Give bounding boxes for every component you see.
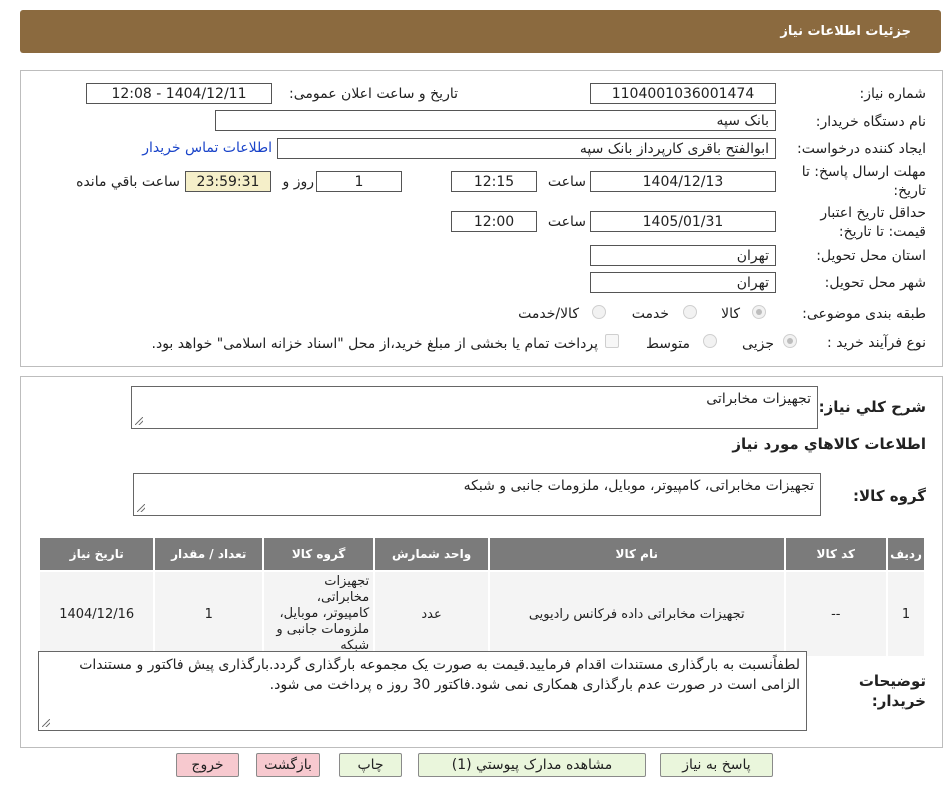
page-header: جزئیات اطلاعات نیاز xyxy=(20,10,941,53)
remaining-time-label: ساعت باقي مانده xyxy=(76,174,180,190)
col-group: گروه کالا xyxy=(262,536,376,572)
validity-date-field: 1405/01/31 xyxy=(590,211,776,232)
province-label: استان محل تحویل: xyxy=(816,248,926,264)
validity-time-field: 12:00 xyxy=(451,211,537,232)
process-option-medium: متوسط xyxy=(646,336,690,352)
cell-unit: عدد xyxy=(373,570,490,658)
back-button[interactable]: بازگشت xyxy=(256,753,320,777)
creator-label: ایجاد کننده درخواست: xyxy=(797,141,926,157)
province-field: تهران xyxy=(590,245,776,266)
deadline-label-2: تاریخ: xyxy=(893,183,926,199)
announce-datetime-field: 1404/12/11 - 12:08 xyxy=(86,83,272,104)
creator-field: ابوالفتح باقری کارپرداز بانک سپه xyxy=(277,138,776,159)
process-type-label: نوع فرآیند خرید : xyxy=(827,335,926,351)
goods-info-heading: اطلاعات کالاهاي مورد نیاز xyxy=(732,435,926,453)
category-option-service: خدمت xyxy=(631,306,669,322)
buyer-org-field: بانک سپه xyxy=(215,110,776,131)
need-number-field: 1104001036001474 xyxy=(590,83,776,104)
buyer-notes-label-2: خریدار: xyxy=(871,692,926,710)
resize-grip-icon[interactable] xyxy=(42,719,50,727)
deadline-time-field: 12:15 xyxy=(451,171,537,192)
category-label: طبقه بندی موضوعی: xyxy=(802,306,926,322)
treasury-payment-checkbox[interactable] xyxy=(605,334,619,348)
cell-qty: 1 xyxy=(153,570,265,658)
cell-name: تجهیزات مخابراتی داده فرکانس رادیویی xyxy=(488,570,786,658)
city-field: تهران xyxy=(590,272,776,293)
deadline-date-field: 1404/12/13 xyxy=(590,171,776,192)
summary-title-label: شرح کلي نیاز: xyxy=(818,398,926,416)
goods-table: ردیف کد کالا نام کالا واحد شمارش گروه کا… xyxy=(37,536,926,658)
category-radio-goods[interactable] xyxy=(752,305,766,319)
col-date: تاریخ نیاز xyxy=(37,536,156,572)
validity-label: حداقل تاریخ اعتبار xyxy=(820,205,926,221)
col-code: کد کالا xyxy=(783,536,889,572)
summary-title-field: تجهیزات مخابراتی xyxy=(131,386,818,429)
summary-title-text: تجهیزات مخابراتی xyxy=(706,391,811,407)
process-radio-medium[interactable] xyxy=(703,334,717,348)
validity-time-label: ساعت xyxy=(547,214,586,230)
col-qty: تعداد / مقدار xyxy=(153,536,265,572)
remaining-time-field: 23:59:31 xyxy=(185,171,271,192)
city-label: شهر محل تحویل: xyxy=(824,275,926,291)
goods-table-header: ردیف کد کالا نام کالا واحد شمارش گروه کا… xyxy=(37,536,926,572)
category-option-goods: کالا xyxy=(721,306,740,322)
view-attachments-button[interactable]: مشاهده مدارک پیوستي (1) xyxy=(418,753,646,777)
category-option-goods-service: کالا/خدمت xyxy=(518,306,579,322)
validity-label-2: قیمت: تا تاریخ: xyxy=(838,224,926,240)
treasury-payment-note: پرداخت تمام یا بخشی از مبلغ خرید،از محل … xyxy=(151,336,598,352)
buyer-notes-label: توضیحات xyxy=(858,672,926,690)
cell-date: 1404/12/16 xyxy=(37,570,156,658)
category-radio-goods-service[interactable] xyxy=(592,305,606,319)
goods-group-field: تجهیزات مخابراتی، کامپیوتر، موبایل، ملزو… xyxy=(133,473,821,516)
deadline-label: مهلت ارسال پاسخ: تا xyxy=(801,164,926,180)
reply-button[interactable]: پاسخ به نیاز xyxy=(660,753,773,777)
days-remaining-field: 1 xyxy=(316,171,402,192)
days-label: روز و xyxy=(282,174,315,190)
print-button[interactable]: چاپ xyxy=(339,753,402,777)
process-radio-minor[interactable] xyxy=(783,334,797,348)
need-number-label: شماره نیاز: xyxy=(859,86,927,102)
page-title: جزئیات اطلاعات نیاز xyxy=(780,24,911,39)
deadline-time-label: ساعت xyxy=(547,174,586,190)
cell-code: -- xyxy=(783,570,889,658)
exit-button[interactable]: خروج xyxy=(176,753,239,777)
table-row: 1 -- تجهیزات مخابراتی داده فرکانس رادیوی… xyxy=(37,570,926,658)
process-option-minor: جزیی xyxy=(742,336,774,352)
buyer-org-label: نام دستگاه خریدار: xyxy=(815,114,926,130)
buyer-notes-field: لطفاًنسبت به بارگذاری مستندات اقدام فرما… xyxy=(38,651,807,731)
goods-group-text: تجهیزات مخابراتی، کامپیوتر، موبایل، ملزو… xyxy=(463,478,814,494)
col-row: ردیف xyxy=(886,536,926,572)
buyer-notes-text: لطفاًنسبت به بارگذاری مستندات اقدام فرما… xyxy=(79,657,800,693)
col-unit: واحد شمارش xyxy=(373,536,490,572)
category-radio-service[interactable] xyxy=(683,305,697,319)
buyer-contact-link[interactable]: اطلاعات تماس خریدار xyxy=(142,140,272,156)
goods-group-label: گروه کالا: xyxy=(853,487,926,505)
announce-label: تاریخ و ساعت اعلان عمومی: xyxy=(289,86,458,102)
resize-grip-icon[interactable] xyxy=(137,504,145,512)
cell-group: تجهیزات مخابراتی، کامپیوتر، موبایل، ملزو… xyxy=(262,570,376,658)
resize-grip-icon[interactable] xyxy=(135,417,143,425)
cell-row: 1 xyxy=(886,570,926,658)
col-name: نام کالا xyxy=(488,536,786,572)
